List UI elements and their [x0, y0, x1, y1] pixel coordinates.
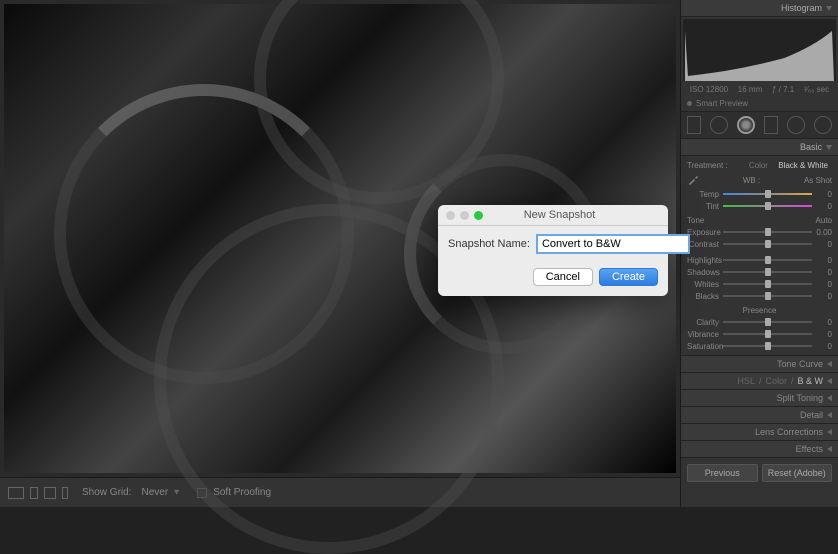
grid-view-icon[interactable] — [44, 487, 56, 499]
compare-icon[interactable] — [62, 487, 68, 499]
whites-slider[interactable]: Whites0 — [687, 278, 832, 290]
expand-icon — [827, 378, 832, 384]
previous-button[interactable]: Previous — [687, 464, 758, 482]
metadata-row: ISO 12800 16 mm ƒ / 7.1 ¹⁄₆₀ sec — [681, 83, 838, 96]
wb-dropdown[interactable]: As Shot — [804, 176, 832, 185]
right-sidebar: Histogram ISO 12800 16 mm ƒ / 7.1 ¹⁄₆₀ s… — [680, 0, 838, 507]
detail-panel[interactable]: Detail — [681, 406, 838, 423]
eyedropper-icon[interactable] — [687, 174, 699, 186]
snapshot-name-input[interactable] — [536, 234, 690, 254]
show-grid-label: Show Grid: — [82, 487, 131, 498]
expand-icon — [827, 361, 832, 367]
crop-tool-icon[interactable] — [687, 116, 701, 134]
histogram-panel-header[interactable]: Histogram — [681, 0, 838, 17]
snapshot-name-label: Snapshot Name: — [448, 238, 530, 250]
tone-curve-panel[interactable]: Tone Curve — [681, 355, 838, 372]
expand-icon — [827, 446, 832, 452]
new-snapshot-dialog: New Snapshot Snapshot Name: Cancel Creat… — [438, 205, 668, 296]
histogram-display[interactable] — [683, 19, 836, 81]
collapse-icon — [826, 145, 832, 150]
vibrance-slider[interactable]: Vibrance0 — [687, 328, 832, 340]
iso-value: ISO 12800 — [690, 85, 728, 94]
close-icon[interactable] — [446, 211, 455, 220]
expand-icon — [827, 412, 832, 418]
gradient-filter-icon[interactable] — [764, 116, 778, 134]
presence-section-label: Presence — [743, 306, 777, 315]
smart-preview-icon — [687, 101, 692, 106]
reset-button[interactable]: Reset (Adobe) — [762, 464, 833, 482]
exposure-slider[interactable]: Exposure0.00 — [687, 226, 832, 238]
effects-panel[interactable]: Effects — [681, 440, 838, 457]
highlights-slider[interactable]: Highlights0 — [687, 254, 832, 266]
auto-tone-button[interactable]: Auto — [816, 216, 832, 225]
wb-row: WB : As Shot — [687, 172, 832, 188]
hsl-panel[interactable]: HSL/ Color/ B & W — [681, 372, 838, 389]
dialog-titlebar[interactable]: New Snapshot — [438, 205, 668, 226]
clarity-slider[interactable]: Clarity0 — [687, 316, 832, 328]
bw-treatment-button[interactable]: Black & White — [774, 160, 832, 171]
saturation-slider[interactable]: Saturation0 — [687, 340, 832, 352]
dropdown-icon[interactable]: ▾ — [174, 487, 179, 498]
dialog-title: New Snapshot — [459, 209, 660, 221]
treatment-label: Treatment : — [687, 161, 728, 170]
basic-panel: Treatment : Color Black & White WB : As … — [681, 156, 838, 355]
tone-section-label: Tone — [687, 216, 704, 225]
treatment-row: Treatment : Color Black & White — [687, 159, 832, 172]
shadows-slider[interactable]: Shadows0 — [687, 266, 832, 278]
split-toning-panel[interactable]: Split Toning — [681, 389, 838, 406]
shutter-value: ¹⁄₆₀ sec — [804, 85, 829, 94]
aperture-value: ƒ / 7.1 — [772, 85, 794, 94]
sidebar-bottom-buttons: Previous Reset (Adobe) — [681, 457, 838, 488]
expand-icon — [827, 429, 832, 435]
histogram-label: Histogram — [781, 3, 822, 13]
smart-preview-row: Smart Preview — [681, 96, 838, 111]
create-button[interactable]: Create — [599, 268, 658, 286]
expand-icon — [827, 395, 832, 401]
spot-removal-icon[interactable] — [710, 116, 728, 134]
contrast-slider[interactable]: Contrast0 — [687, 238, 832, 250]
collapse-icon — [826, 6, 832, 11]
cancel-button[interactable]: Cancel — [533, 268, 593, 286]
wb-label: WB : — [743, 176, 760, 185]
loupe-view-icon[interactable] — [8, 487, 24, 499]
basic-label: Basic — [800, 142, 822, 152]
focal-value: 16 mm — [738, 85, 762, 94]
color-treatment-button[interactable]: Color — [745, 160, 772, 171]
before-after-icon[interactable] — [30, 487, 38, 499]
temp-slider[interactable]: Temp0 — [687, 188, 832, 200]
smart-preview-label: Smart Preview — [696, 99, 748, 108]
show-grid-select[interactable]: Never — [141, 487, 168, 498]
tool-strip — [681, 111, 838, 139]
brush-tool-icon[interactable] — [814, 116, 832, 134]
redeye-tool-icon[interactable] — [737, 116, 755, 134]
lens-corrections-panel[interactable]: Lens Corrections — [681, 423, 838, 440]
radial-filter-icon[interactable] — [787, 116, 805, 134]
basic-panel-header[interactable]: Basic — [681, 139, 838, 156]
blacks-slider[interactable]: Blacks0 — [687, 290, 832, 302]
app-window: Show Grid: Never ▾ Soft Proofing Histogr… — [0, 0, 838, 507]
tint-slider[interactable]: Tint0 — [687, 200, 832, 212]
